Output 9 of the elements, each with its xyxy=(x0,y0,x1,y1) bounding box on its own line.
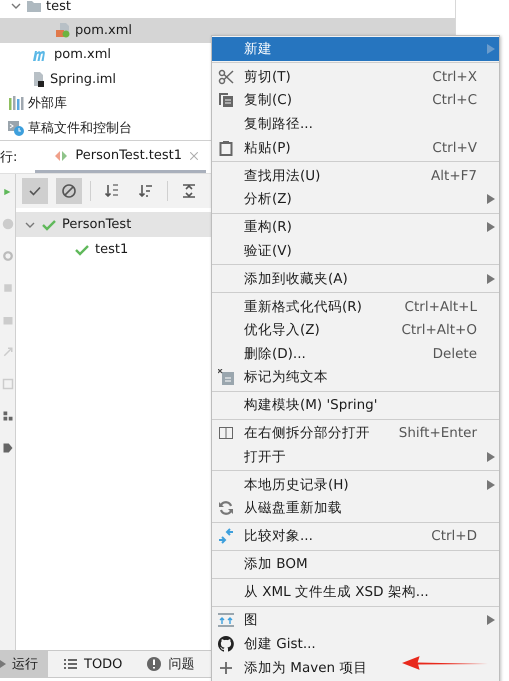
tree-label: 草稿文件和控制台 xyxy=(28,120,132,137)
file-name: pom.xml xyxy=(75,22,132,38)
panel-label: 行: xyxy=(0,149,18,166)
file-name: test xyxy=(46,0,71,14)
file-name: Spring.iml xyxy=(50,72,116,87)
test-name: PersonTest xyxy=(62,217,132,232)
tree-label: 外部库 xyxy=(28,95,67,112)
test-name: test1 xyxy=(95,242,128,257)
file-name: pom.xml xyxy=(54,47,111,62)
